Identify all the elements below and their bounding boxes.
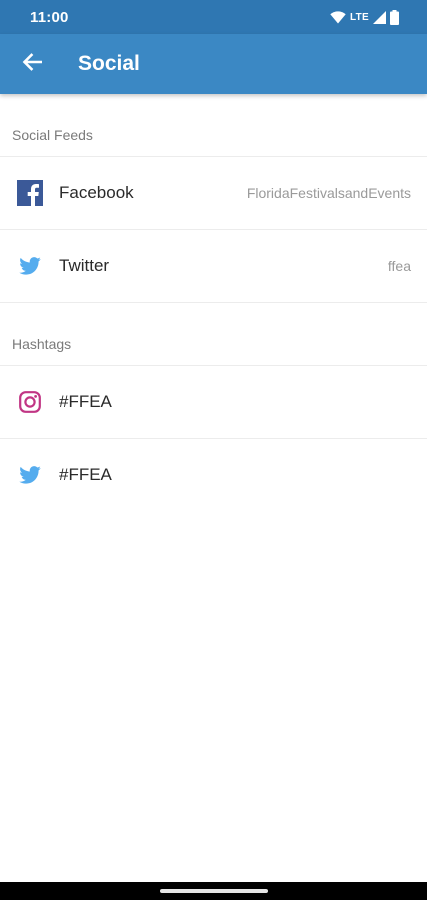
- network-type: LTE: [349, 11, 369, 23]
- back-button[interactable]: [0, 34, 64, 94]
- twitter-icon: [16, 462, 43, 489]
- section-header-social-feeds: Social Feeds: [12, 127, 93, 143]
- facebook-label: Facebook: [59, 183, 134, 202]
- facebook-icon: [16, 180, 43, 207]
- twitter-label: Twitter: [59, 256, 110, 275]
- wifi-icon: [330, 10, 346, 24]
- list-item-facebook[interactable]: Facebook FloridaFestivalsandEvents: [0, 156, 427, 229]
- facebook-value: FloridaFestivalsandEvents: [246, 185, 411, 201]
- list-item-instagram-hashtag[interactable]: #FFEA: [0, 365, 427, 438]
- instagram-icon: [16, 389, 43, 416]
- social-list: Social Feeds Facebook FloridaFestivalsan…: [0, 94, 427, 511]
- list-item-twitter-hashtag[interactable]: #FFEA: [0, 438, 427, 511]
- section-header-hashtags: Hashtags: [12, 336, 72, 352]
- twitter-hashtag-label: #FFEA: [59, 465, 112, 484]
- status-time: 11:00: [30, 8, 69, 26]
- instagram-hashtag-label: #FFEA: [59, 392, 112, 411]
- twitter-icon: [16, 253, 43, 280]
- twitter-value: ffea: [387, 258, 411, 274]
- list-item-twitter[interactable]: Twitter ffea: [0, 229, 427, 302]
- app-bar: Social: [0, 34, 427, 94]
- signal-icon: [373, 10, 386, 24]
- social-screen: 11:00 LTE Social Social Feeds Facebook F…: [0, 0, 427, 900]
- status-bar: 11:00 LTE: [0, 0, 427, 34]
- page-title: Social: [78, 52, 140, 75]
- home-gesture-handle[interactable]: [159, 889, 268, 893]
- arrow-left-icon: [22, 52, 43, 76]
- status-icons: LTE: [330, 9, 399, 25]
- navigation-bar: [0, 882, 427, 900]
- battery-icon: [390, 9, 399, 25]
